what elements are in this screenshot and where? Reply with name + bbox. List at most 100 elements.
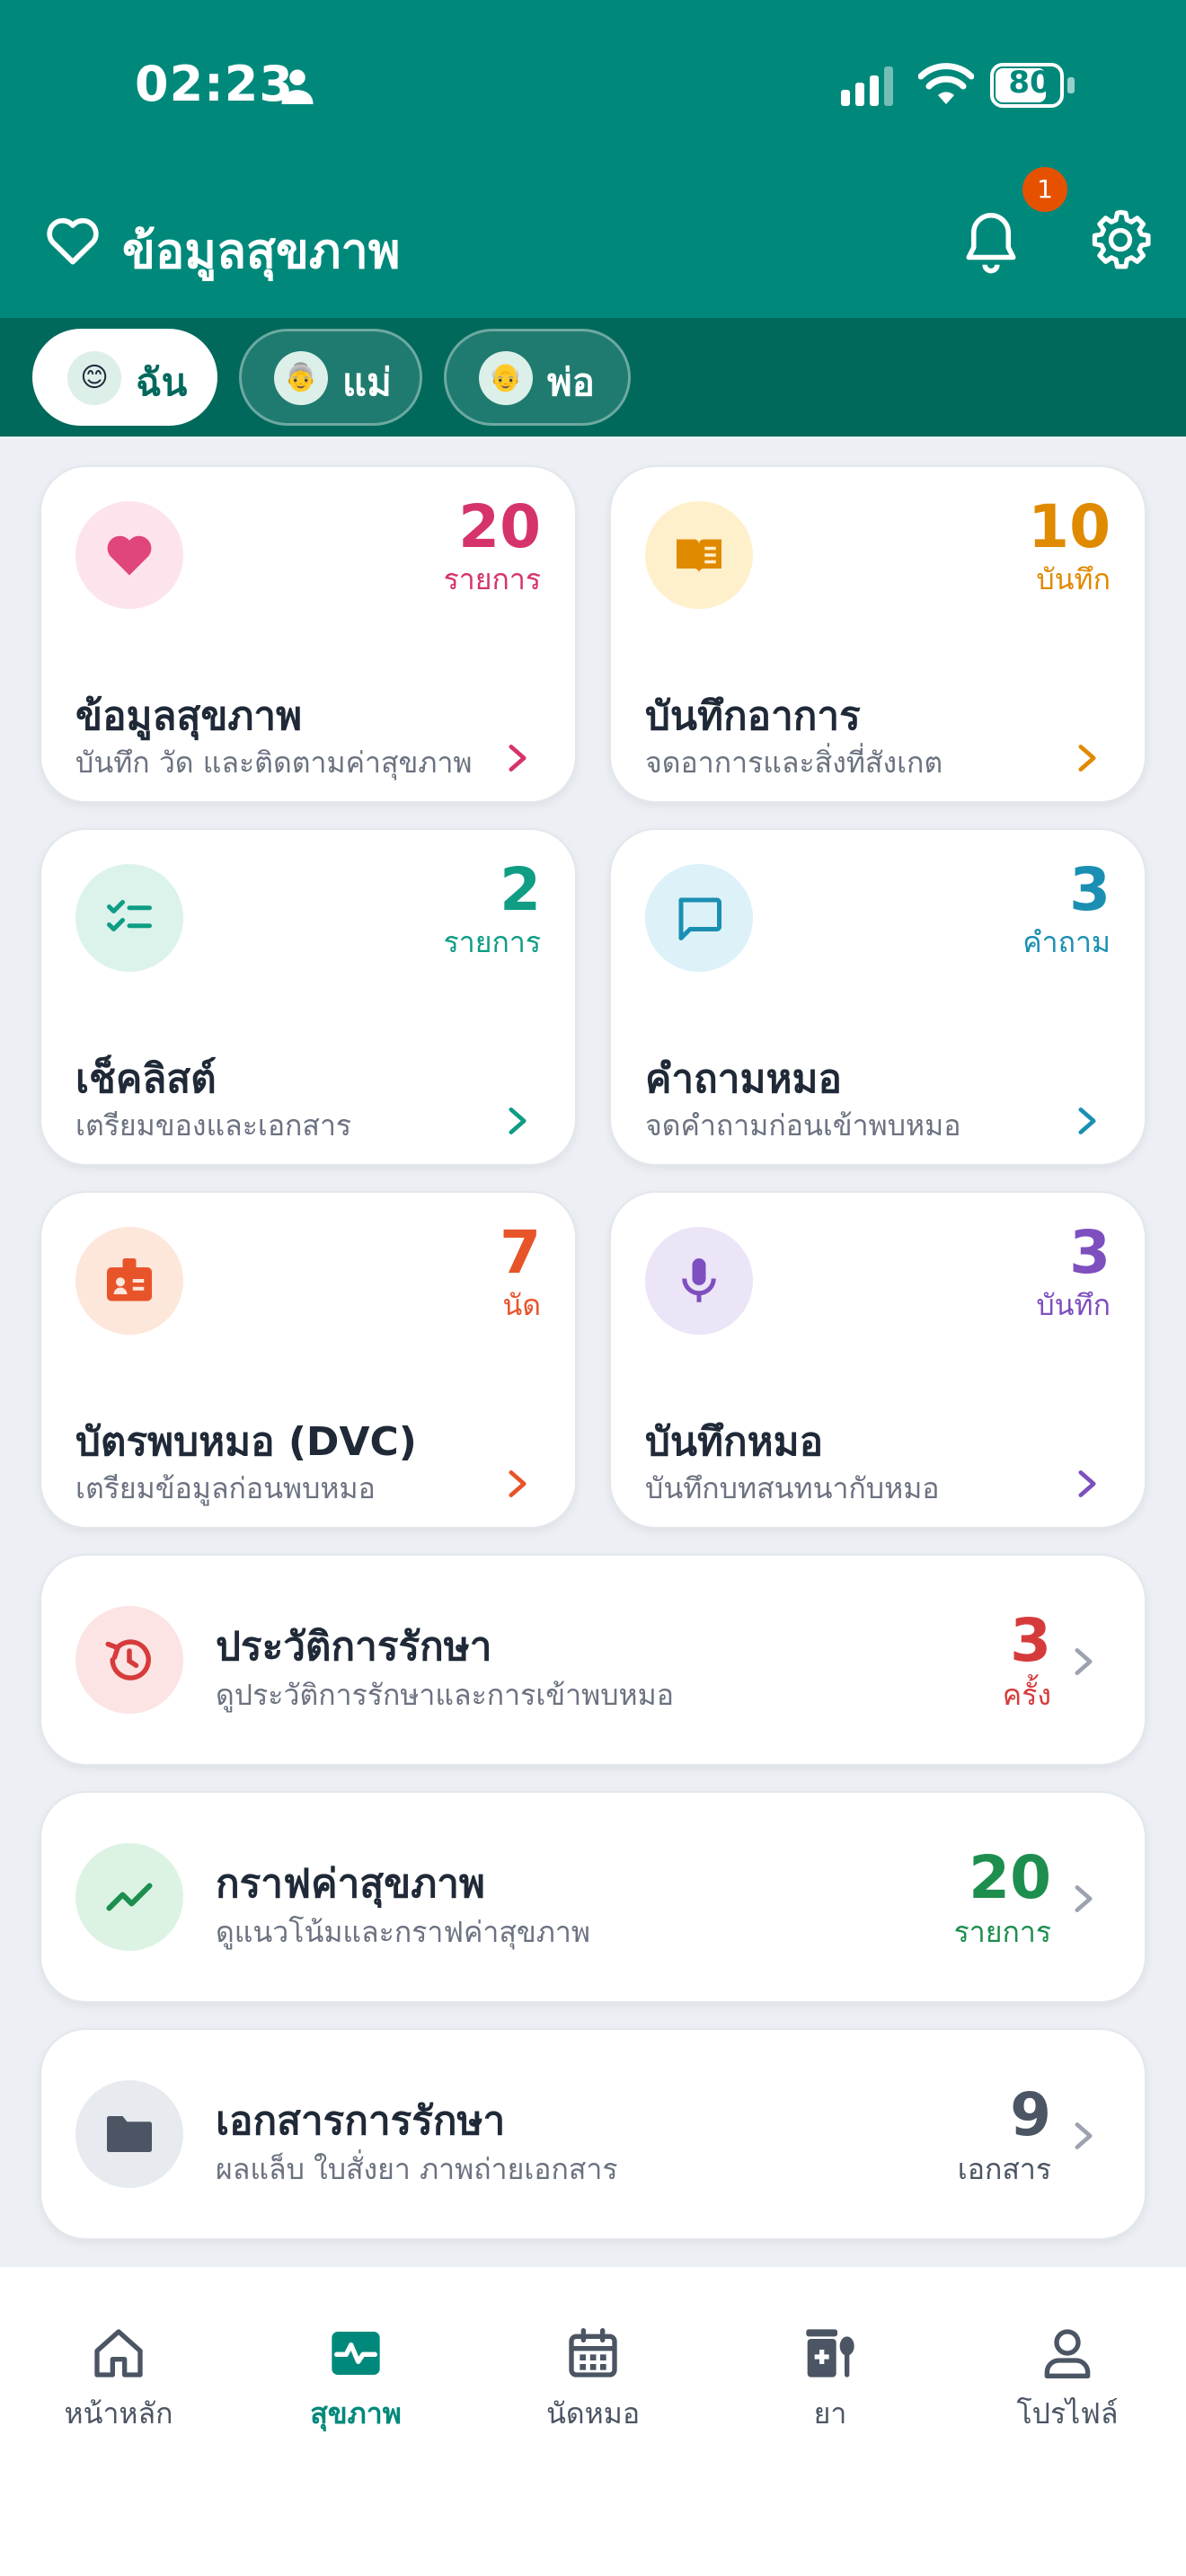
heart-icon bbox=[107, 535, 152, 576]
avatar: 👵 bbox=[274, 351, 328, 405]
page-title: ข้อมูลสุขภาพ bbox=[122, 223, 401, 279]
folder-icon bbox=[107, 2116, 152, 2152]
card-icon-circle bbox=[645, 1227, 753, 1335]
nav-label: สุขภาพ bbox=[310, 2396, 402, 2430]
card-count: 7 bbox=[500, 1218, 541, 1287]
card-subtitle: เตรียมของและเอกสาร bbox=[75, 1108, 352, 1142]
card-subtitle: จดอาการและสิ่งที่สังเกต bbox=[645, 745, 943, 780]
chevron-right-icon bbox=[1078, 1107, 1096, 1134]
card-subtitle: ดูประวัติการรักษาและการเข้าพบหมอ bbox=[216, 1678, 674, 1712]
card-count: 10 bbox=[1028, 492, 1111, 561]
card-doctor-questions[interactable]: 3 คำถาม คำถามหมอ จดคำถามก่อนเข้าพบหมอ bbox=[609, 828, 1146, 1166]
card-subtitle: ดูแนวโน้มและกราฟค่าสุขภาพ bbox=[216, 1915, 590, 1949]
card-count: 9 bbox=[1010, 2080, 1051, 2149]
notification-badge: 1 bbox=[1022, 167, 1067, 212]
card-checklist[interactable]: 2 รายการ เช็คลิสต์ เตรียมของและเอกสาร bbox=[40, 828, 577, 1166]
card-icon-circle bbox=[75, 2080, 183, 2188]
card-unit: เอกสาร bbox=[957, 2152, 1051, 2186]
nav-label: หน้าหลัก bbox=[64, 2396, 173, 2430]
card-unit: ครั้ง bbox=[1002, 1678, 1051, 1712]
nav-health[interactable]: สุขภาพ bbox=[237, 2267, 474, 2447]
card-health-charts[interactable]: กราฟค่าสุขภาพ ดูแนวโน้มและกราฟค่าสุขภาพ … bbox=[40, 1791, 1146, 2003]
nav-label: นัดหมอ bbox=[545, 2396, 641, 2430]
profile-tab-mother[interactable]: 👵 แม่ bbox=[239, 329, 422, 426]
profile-tab-label: แม่ bbox=[342, 360, 392, 404]
bell-icon[interactable] bbox=[961, 210, 1021, 275]
nav-label: โปรไฟล์ bbox=[1016, 2396, 1119, 2430]
chevron-right-icon bbox=[1075, 1648, 1093, 1675]
card-unit: นัด bbox=[502, 1288, 541, 1322]
card-subtitle: บันทึก วัด และติดตามค่าสุขภาพ bbox=[75, 745, 473, 780]
avatar: 😊 bbox=[67, 351, 121, 405]
profile-tab-label: พ่อ bbox=[547, 360, 595, 404]
card-symptom-log[interactable]: 10 บันทึก บันทึกอาการ จดอาการและสิ่งที่ส… bbox=[609, 465, 1146, 803]
medicine-icon bbox=[806, 2329, 854, 2378]
cellular-signal-icon bbox=[841, 66, 893, 106]
card-unit: คำถาม bbox=[1022, 925, 1111, 959]
card-unit: รายการ bbox=[443, 925, 541, 959]
card-unit: รายการ bbox=[953, 1915, 1051, 1949]
card-title: ประวัติการรักษา bbox=[216, 1624, 492, 1670]
card-count: 3 bbox=[1010, 1606, 1051, 1675]
card-icon-circle bbox=[75, 1227, 183, 1335]
calendar-icon bbox=[569, 2328, 617, 2378]
microphone-icon bbox=[682, 1258, 716, 1302]
battery-level: 80 bbox=[1008, 65, 1051, 101]
heart-outline-icon bbox=[47, 217, 99, 265]
card-count: 3 bbox=[1069, 1218, 1111, 1287]
card-unit: รายการ bbox=[443, 562, 541, 596]
card-icon-circle bbox=[75, 864, 183, 972]
card-health-data[interactable]: 20 รายการ ข้อมูลสุขภาพ บันทึก วัด และติด… bbox=[40, 465, 577, 803]
card-title: เช็คลิสต์ bbox=[75, 1056, 217, 1102]
person-icon bbox=[281, 69, 314, 104]
card-icon-circle bbox=[75, 1843, 183, 1951]
profile-tab-father[interactable]: 👴 พ่อ bbox=[444, 329, 631, 426]
card-icon-circle bbox=[75, 501, 183, 609]
chevron-right-icon bbox=[509, 745, 527, 772]
card-treatment-history[interactable]: ประวัติการรักษา ดูประวัติการรักษาและการเ… bbox=[40, 1554, 1146, 1766]
checklist-icon bbox=[107, 900, 152, 931]
card-unit: บันทึก bbox=[1036, 1288, 1111, 1322]
battery-icon: 80 bbox=[990, 63, 1076, 108]
card-doctor-visit-card[interactable]: 7 นัด บัตรพบหมอ (DVC) เตรียมข้อมูลก่อนพบ… bbox=[40, 1191, 577, 1529]
card-subtitle: ผลแล็บ ใบสั่งยา ภาพถ่ายเอกสาร bbox=[216, 2152, 618, 2186]
card-count: 3 bbox=[1069, 855, 1111, 924]
home-icon bbox=[94, 2329, 143, 2378]
avatar: 👴 bbox=[479, 351, 533, 405]
chevron-right-icon bbox=[509, 1107, 527, 1134]
card-medical-documents[interactable]: เอกสารการรักษา ผลแล็บ ใบสั่งยา ภาพถ่ายเอ… bbox=[40, 2028, 1146, 2240]
card-title: คำถามหมอ bbox=[645, 1056, 842, 1102]
card-count: 20 bbox=[969, 1843, 1051, 1912]
chevron-right-icon bbox=[1075, 2122, 1093, 2149]
card-title: บันทึกอาการ bbox=[645, 693, 861, 739]
chevron-right-icon bbox=[1075, 1885, 1093, 1912]
status-time: 02:23 bbox=[135, 56, 294, 112]
card-title: ข้อมูลสุขภาพ bbox=[75, 693, 303, 739]
profile-tab-label: ฉัน bbox=[136, 360, 188, 404]
history-icon bbox=[105, 1639, 151, 1681]
nav-home[interactable]: หน้าหลัก bbox=[0, 2267, 237, 2447]
card-icon-circle bbox=[645, 501, 753, 609]
bottom-nav: หน้าหลัก สุขภาพ นัดหมอ ยา โปรไฟล์ bbox=[0, 2267, 1186, 2576]
card-title: เอกสารการรักษา bbox=[216, 2098, 506, 2144]
gear-icon[interactable] bbox=[1089, 208, 1152, 271]
user-icon bbox=[1044, 2329, 1091, 2378]
card-subtitle: จดคำถามก่อนเข้าพบหมอ bbox=[645, 1108, 961, 1142]
chevron-right-icon bbox=[509, 1470, 527, 1497]
card-doctor-notes[interactable]: 3 บันทึก บันทึกหมอ บันทึกบทสนทนากับหมอ bbox=[609, 1191, 1146, 1529]
card-subtitle: บันทึกบทสนทนากับหมอ bbox=[645, 1471, 940, 1505]
card-title: บันทึกหมอ bbox=[645, 1419, 824, 1465]
card-count: 20 bbox=[458, 492, 541, 561]
book-icon bbox=[677, 539, 721, 573]
nav-medicine[interactable]: ยา bbox=[712, 2267, 949, 2447]
card-subtitle: เตรียมข้อมูลก่อนพบหมอ bbox=[75, 1471, 376, 1505]
nav-appointments[interactable]: นัดหมอ bbox=[474, 2267, 712, 2447]
nav-label: ยา bbox=[813, 2396, 847, 2430]
card-icon-circle bbox=[75, 1606, 183, 1714]
chat-icon bbox=[678, 897, 721, 940]
app-header: 02:23 80 ข้อมูลสุขภาพ bbox=[0, 0, 1186, 318]
trend-chart-icon bbox=[106, 1883, 153, 1911]
profile-tab-me[interactable]: 😊 ฉัน bbox=[32, 329, 217, 426]
nav-profile[interactable]: โปรไฟล์ bbox=[949, 2267, 1186, 2447]
card-title: กราฟค่าสุขภาพ bbox=[216, 1861, 485, 1907]
